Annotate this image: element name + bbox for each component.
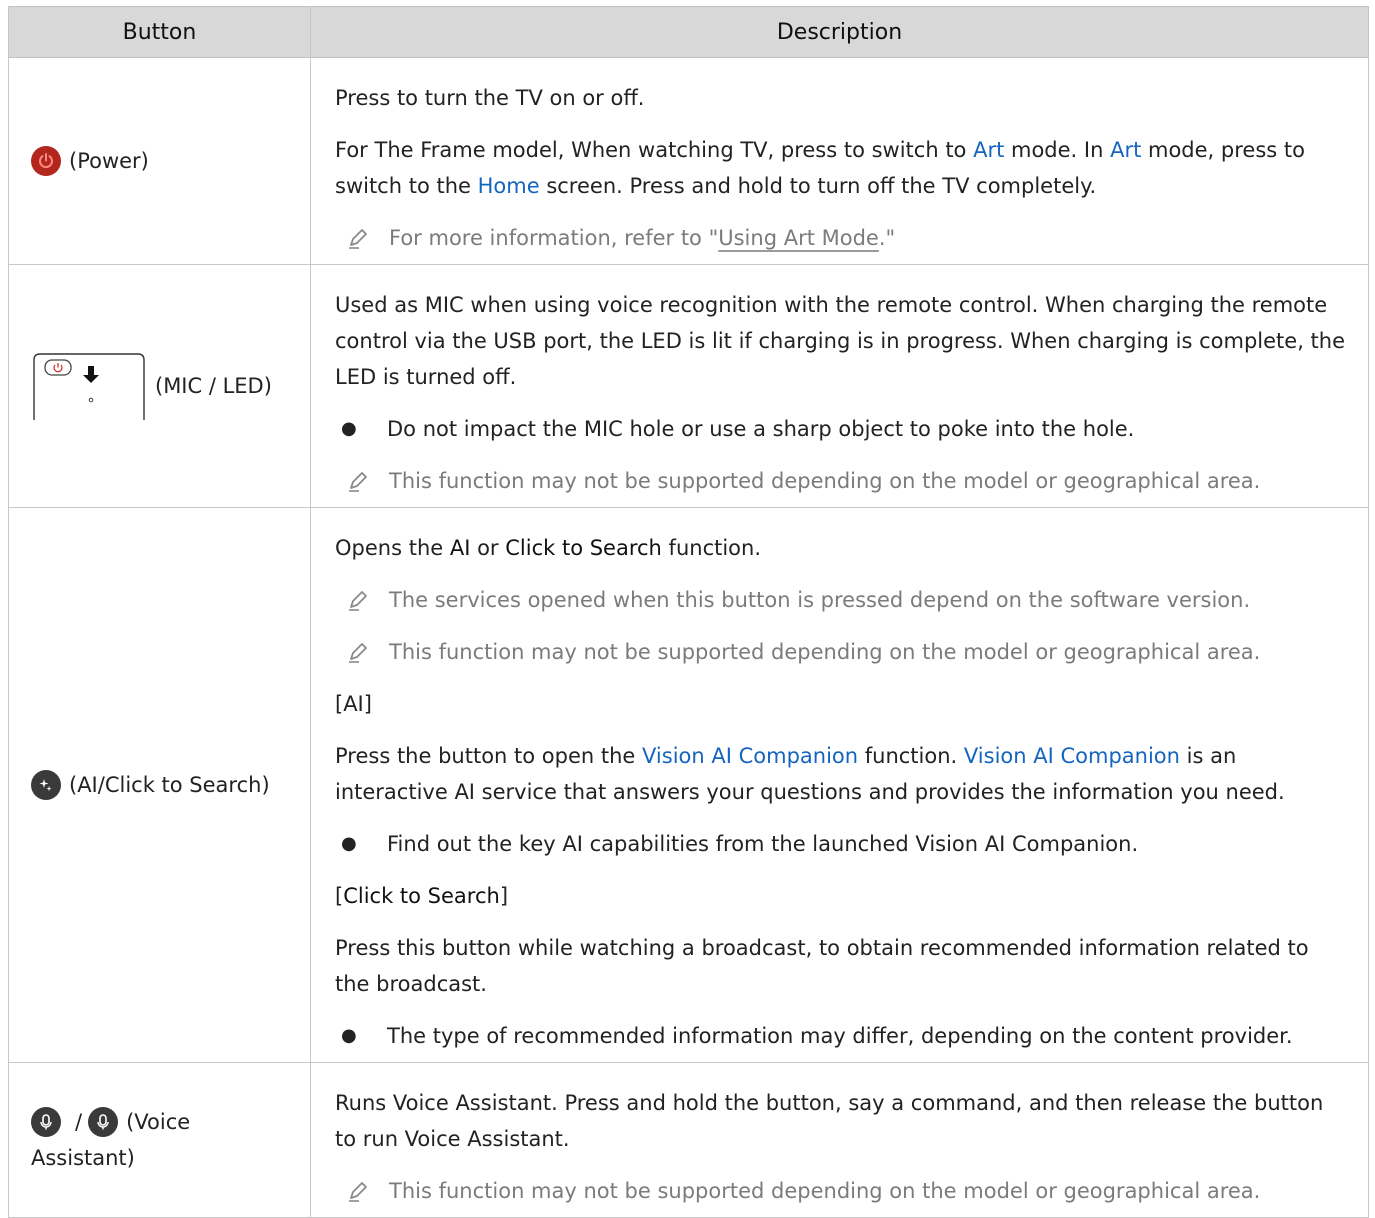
header-description: Description: [310, 6, 1369, 58]
description-text: Opens the AI or Click to Search function…: [335, 536, 762, 560]
note-pen-icon: [349, 1182, 367, 1202]
power-icon: [31, 146, 61, 176]
description-text: For The Frame model, When watching TV, p…: [335, 138, 1305, 198]
button-label: Assistant): [31, 1146, 135, 1170]
voice-assistant-icon: [31, 1107, 61, 1137]
note: For more information, refer to "Using Ar…: [335, 220, 1346, 256]
ai-search-icon: [31, 770, 61, 800]
description-cell: Runs Voice Assistant. Press and hold the…: [310, 1062, 1369, 1218]
table-row: (Power) Press to turn the TV on or off. …: [8, 57, 1369, 265]
note-pen-icon: [349, 643, 367, 663]
note: This function may not be supported depen…: [335, 463, 1346, 499]
button-cell: / (Voice Assistant): [8, 1062, 311, 1218]
mic-led-drawing: [33, 353, 145, 420]
note-pen-icon: [349, 472, 367, 492]
vision-ai-link[interactable]: Vision AI Companion: [642, 744, 858, 768]
bullet-item: ● Do not impact the MIC hole or use a sha…: [341, 417, 1135, 441]
section-heading-ai: [AI]: [335, 692, 372, 716]
bullet-item: ● The type of recommended information may…: [341, 1024, 1293, 1048]
description-text: Runs Voice Assistant. Press and hold the…: [335, 1091, 1324, 1151]
section-heading-click-to-search: [Click to Search]: [335, 884, 509, 908]
description-text: Press the button to open the Vision AI C…: [335, 744, 1285, 804]
button-label: (MIC / LED): [155, 374, 272, 398]
table-row: (AI/Click to Search) Opens the AI or Cli…: [8, 507, 1369, 1063]
art-link[interactable]: Art: [1110, 138, 1141, 162]
button-description-table: Button Description (Power) Press to turn…: [8, 6, 1369, 1218]
home-link[interactable]: Home: [478, 174, 540, 198]
table-row: (MIC / LED) Used as MIC when using voice…: [8, 264, 1369, 508]
note-pen-icon: [349, 591, 367, 611]
table-header-row: Button Description: [8, 6, 1369, 58]
button-label: (Power): [69, 149, 149, 173]
button-label: (AI/Click to Search): [69, 773, 270, 797]
description-text: Press to turn the TV on or off.: [335, 86, 645, 110]
note: This function may not be supported depen…: [335, 634, 1346, 670]
button-cell: (MIC / LED): [8, 264, 311, 508]
description-text: Press this button while watching a broad…: [335, 936, 1309, 996]
description-text: Used as MIC when using voice recognition…: [335, 293, 1346, 389]
description-cell: Opens the AI or Click to Search function…: [310, 507, 1369, 1063]
voice-assistant-icon: [88, 1107, 119, 1137]
table-row: / (Voice Assistant) Runs Voice Assistant…: [8, 1062, 1369, 1218]
note: The services opened when this button is …: [335, 582, 1346, 618]
button-cell: (AI/Click to Search): [8, 507, 311, 1063]
using-art-mode-link[interactable]: Using Art Mode: [718, 226, 879, 250]
note: This function may not be supported depen…: [335, 1173, 1346, 1209]
vision-ai-link[interactable]: Vision AI Companion: [964, 744, 1180, 768]
description-cell: Used as MIC when using voice recognition…: [310, 264, 1369, 508]
bullet-item: ● Find out the key AI capabilities from t…: [341, 832, 1139, 856]
note-pen-icon: [349, 229, 367, 249]
art-link[interactable]: Art: [973, 138, 1004, 162]
button-cell: (Power): [8, 57, 311, 265]
header-button: Button: [8, 6, 311, 58]
button-label: (Voice: [126, 1110, 191, 1134]
description-cell: Press to turn the TV on or off. For The …: [310, 57, 1369, 265]
